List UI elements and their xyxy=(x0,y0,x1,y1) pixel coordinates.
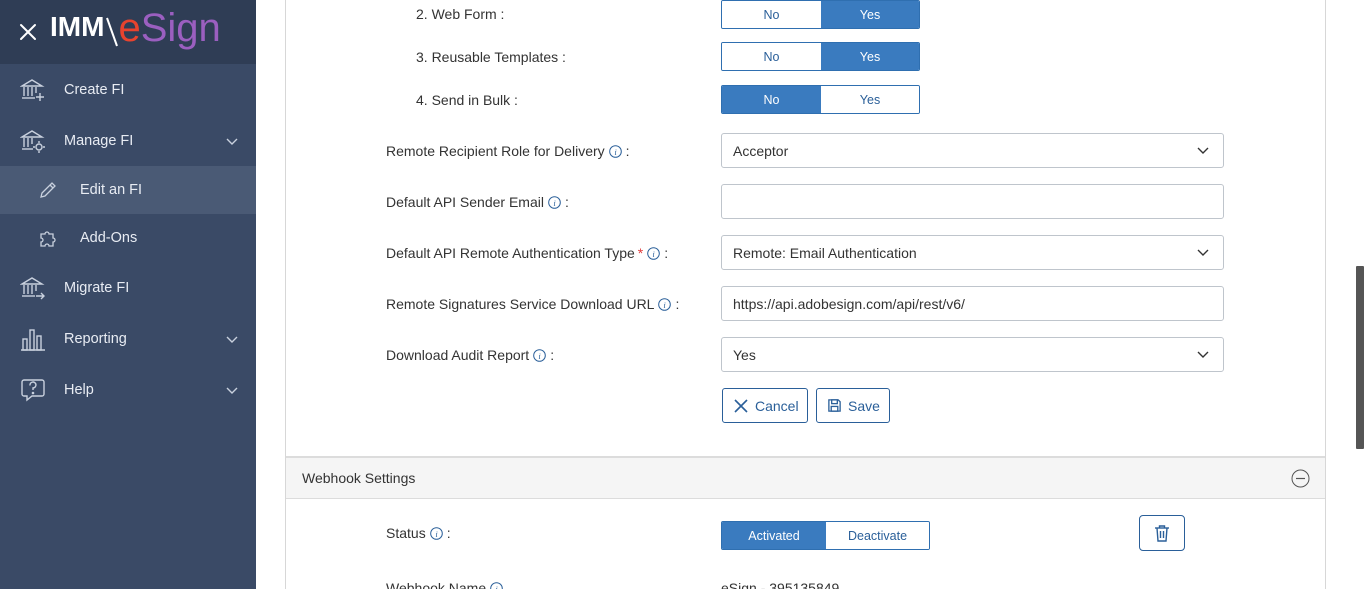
info-icon[interactable]: i xyxy=(490,581,503,589)
webhook-settings-header[interactable]: Webhook Settings xyxy=(286,456,1325,499)
svg-text:i: i xyxy=(653,248,656,258)
deactivate-option[interactable]: Deactivate xyxy=(826,522,929,549)
logo-esign-text: eSign xyxy=(118,6,221,50)
scrollbar-thumb[interactable] xyxy=(1356,266,1364,449)
download-url-input[interactable]: https://api.adobesign.com/api/rest/v6/ xyxy=(721,286,1224,321)
audit-report-label: Download Audit Report i : xyxy=(386,347,555,363)
info-icon[interactable]: i xyxy=(647,246,661,260)
section-title: Webhook Settings xyxy=(302,470,416,486)
svg-text:i: i xyxy=(664,299,667,309)
cancel-button[interactable]: Cancel xyxy=(722,388,808,423)
scrollbar[interactable] xyxy=(1354,0,1366,589)
remote-role-select[interactable]: Acceptor xyxy=(721,133,1224,168)
info-icon[interactable]: i xyxy=(658,297,672,311)
send-in-bulk-no-option[interactable]: No xyxy=(722,86,821,113)
chevron-down-icon xyxy=(1197,147,1209,154)
help-bubble-icon xyxy=(21,379,45,402)
web-form-toggle: No Yes xyxy=(721,0,920,29)
bank-plus-icon xyxy=(20,79,45,101)
send-in-bulk-toggle: No Yes xyxy=(721,85,920,114)
bar-chart-icon xyxy=(21,329,45,351)
logo-imm-text: IMM xyxy=(50,11,105,42)
remote-role-value: Acceptor xyxy=(733,142,789,159)
close-icon xyxy=(734,398,748,413)
bank-arrow-icon xyxy=(20,277,45,300)
reusable-templates-yes-option[interactable]: Yes xyxy=(821,43,919,70)
webhook-status-toggle: Activated Deactivate xyxy=(721,521,930,550)
web-form-yes-option[interactable]: Yes xyxy=(821,1,919,28)
sidebar-item-label: Create FI xyxy=(64,82,125,98)
sidebar-item-manage-fi[interactable]: Manage FI xyxy=(0,116,256,166)
trash-icon xyxy=(1155,525,1169,542)
auth-type-value: Remote: Email Authentication xyxy=(733,244,917,261)
svg-text:i: i xyxy=(553,197,556,207)
required-asterisk: * xyxy=(637,245,644,261)
puzzle-icon xyxy=(40,231,56,247)
web-form-no-option[interactable]: No xyxy=(722,1,821,28)
collapse-icon[interactable] xyxy=(1291,469,1310,488)
web-form-label: 2. Web Form : xyxy=(416,6,505,22)
reusable-templates-toggle: No Yes xyxy=(721,42,920,71)
sidebar-item-label: Manage FI xyxy=(64,133,134,149)
delete-webhook-button[interactable] xyxy=(1139,515,1185,551)
webhook-status-label: Status i : xyxy=(386,525,451,541)
sidebar-item-label: Migrate FI xyxy=(64,280,130,296)
sidebar-item-reporting[interactable]: Reporting xyxy=(0,314,256,364)
sidebar-item-migrate-fi[interactable]: Migrate FI xyxy=(0,263,256,313)
download-url-label: Remote Signatures Service Download URL i… xyxy=(386,296,680,312)
svg-text:i: i xyxy=(614,146,617,156)
pencil-icon xyxy=(40,182,56,198)
send-in-bulk-yes-option[interactable]: Yes xyxy=(821,86,919,113)
info-icon[interactable]: i xyxy=(548,195,561,209)
webhook-name-label: Webhook Name i xyxy=(386,580,503,589)
app-logo: IMM eSign xyxy=(50,6,221,54)
close-icon[interactable] xyxy=(18,22,38,42)
sidebar-header: IMM eSign xyxy=(0,0,256,64)
sidebar: IMM eSign Create FI Manage FI Edit an FI… xyxy=(0,0,256,589)
info-icon[interactable]: i xyxy=(533,348,547,362)
auth-type-label: Default API Remote Authentication Type *… xyxy=(386,245,669,261)
webhook-name-value: eSign - 395135849 xyxy=(721,580,840,589)
bank-gear-icon xyxy=(20,130,45,153)
info-icon[interactable]: i xyxy=(429,526,443,540)
sidebar-item-add-ons[interactable]: Add-Ons xyxy=(0,214,256,262)
reusable-templates-label: 3. Reusable Templates : xyxy=(416,49,566,65)
sidebar-item-create-fi[interactable]: Create FI xyxy=(0,65,256,115)
save-button[interactable]: Save xyxy=(816,388,890,423)
chevron-down-icon xyxy=(1197,351,1209,358)
sidebar-item-edit-fi[interactable]: Edit an FI xyxy=(0,166,256,214)
send-in-bulk-label: 4. Send in Bulk : xyxy=(416,92,518,108)
activated-option[interactable]: Activated xyxy=(722,522,826,549)
chevron-down-icon xyxy=(226,138,238,145)
auth-type-select[interactable]: Remote: Email Authentication xyxy=(721,235,1224,270)
chevron-down-icon xyxy=(1197,249,1209,256)
audit-report-value: Yes xyxy=(733,346,756,363)
api-sender-email-input[interactable] xyxy=(721,184,1224,219)
reusable-templates-no-option[interactable]: No xyxy=(722,43,821,70)
audit-report-select[interactable]: Yes xyxy=(721,337,1224,372)
chevron-down-icon xyxy=(226,336,238,343)
svg-text:i: i xyxy=(435,528,438,538)
svg-text:i: i xyxy=(539,350,542,360)
chevron-down-icon xyxy=(226,387,238,394)
remote-role-label: Remote Recipient Role for Delivery i : xyxy=(386,143,630,159)
save-icon xyxy=(828,399,841,412)
sidebar-item-label: Help xyxy=(64,382,94,398)
info-icon[interactable]: i xyxy=(608,144,622,158)
sidebar-item-label: Add-Ons xyxy=(80,230,138,246)
svg-text:i: i xyxy=(495,583,498,589)
sidebar-item-label: Edit an FI xyxy=(80,182,143,198)
sidebar-item-label: Reporting xyxy=(64,331,127,347)
api-sender-email-label: Default API Sender Email i : xyxy=(386,194,569,210)
sidebar-item-help[interactable]: Help xyxy=(0,365,256,415)
